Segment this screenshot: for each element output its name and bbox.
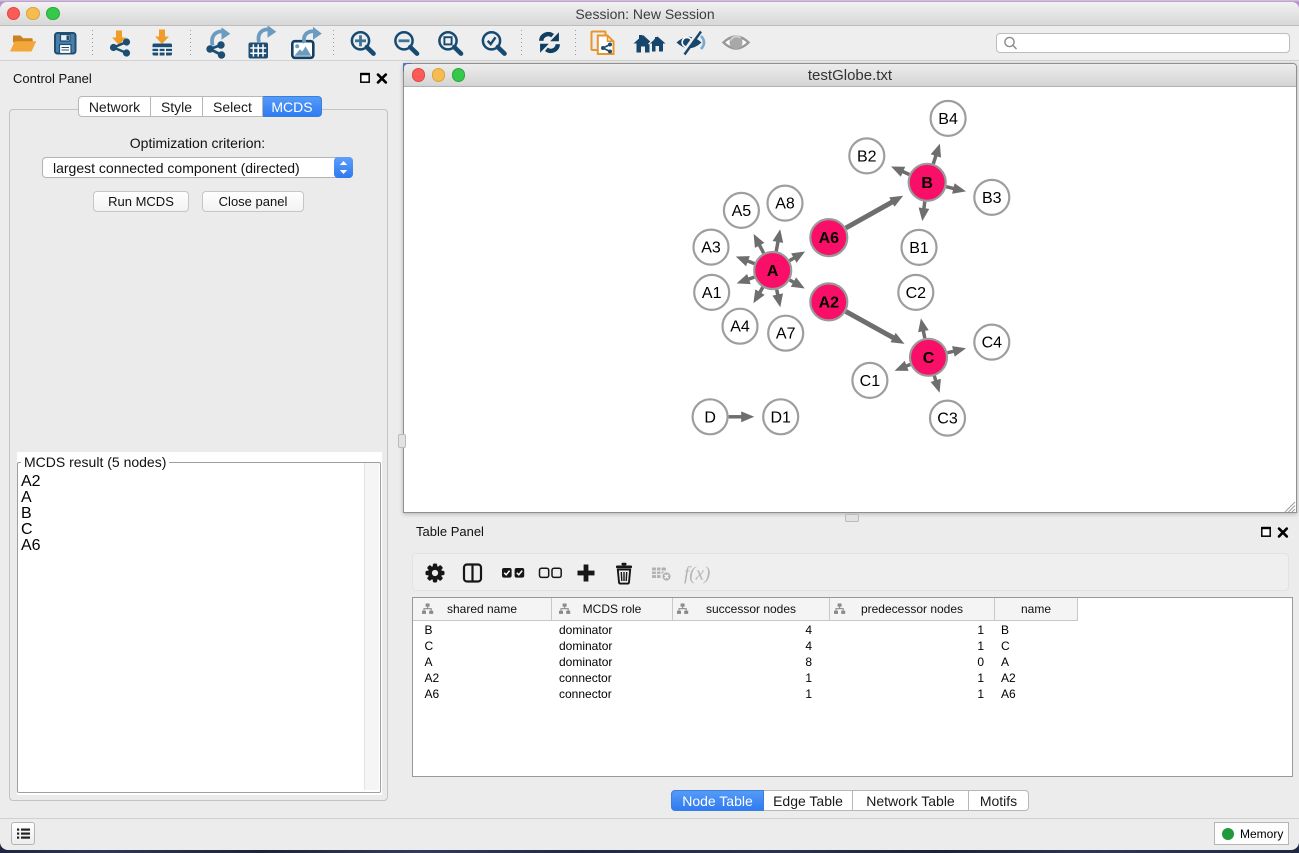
svg-text:C1: C1	[860, 373, 881, 390]
svg-text:A1: A1	[702, 285, 722, 302]
svg-text:C3: C3	[937, 411, 958, 428]
svg-text:A8: A8	[775, 196, 795, 213]
svg-text:A3: A3	[701, 240, 721, 257]
svg-text:B2: B2	[857, 148, 877, 165]
svg-text:A6: A6	[819, 230, 840, 247]
svg-text:B4: B4	[938, 111, 958, 128]
svg-text:C: C	[923, 350, 935, 367]
svg-text:B3: B3	[982, 190, 1002, 207]
svg-text:C2: C2	[906, 285, 927, 302]
svg-text:C4: C4	[982, 335, 1003, 352]
svg-text:A4: A4	[730, 319, 750, 336]
svg-text:f(x): f(x)	[684, 564, 710, 585]
svg-text:A2: A2	[819, 294, 840, 311]
svg-text:A7: A7	[776, 326, 796, 343]
svg-text:A5: A5	[732, 203, 752, 220]
svg-text:A: A	[767, 263, 779, 280]
svg-text:D1: D1	[770, 409, 791, 426]
svg-text:B: B	[921, 175, 933, 192]
svg-text:B1: B1	[909, 240, 929, 257]
svg-text:D: D	[704, 409, 716, 426]
